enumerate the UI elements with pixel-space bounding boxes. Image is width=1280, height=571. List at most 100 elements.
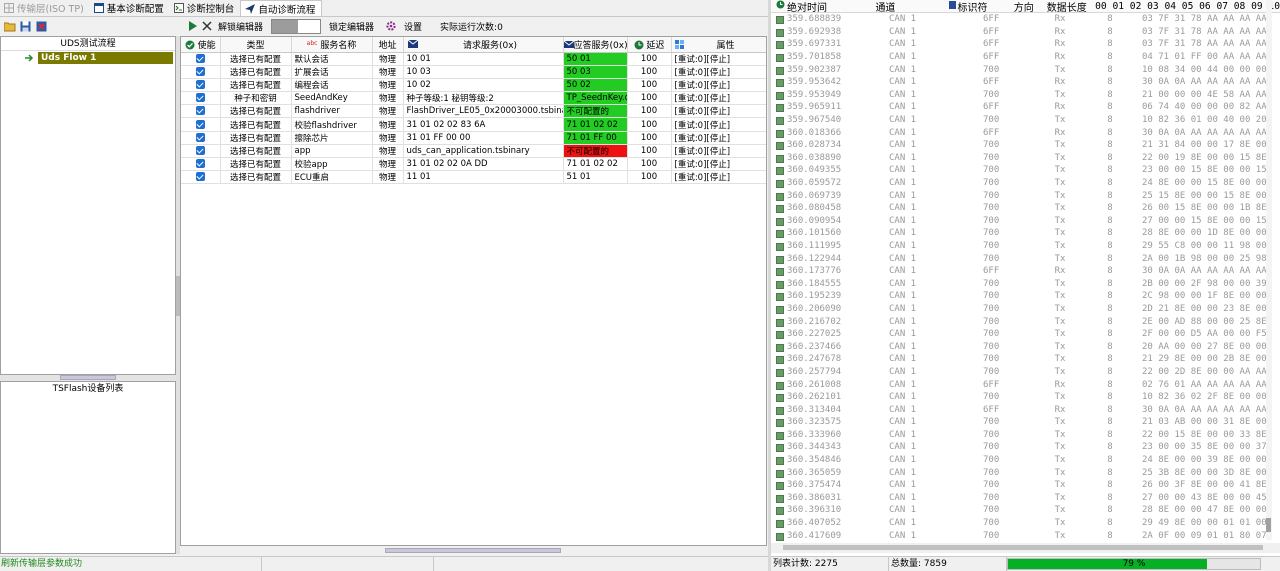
request-cell[interactable]: 31 01 02 02 0A DD <box>403 157 564 172</box>
trace-vscrollbar[interactable] <box>1266 0 1272 540</box>
address-cell[interactable]: 物理 <box>372 131 404 145</box>
trace-col-length[interactable]: 数据长度 <box>1044 0 1089 14</box>
enable-checkbox[interactable] <box>181 157 221 172</box>
property-cell[interactable]: [重试:0][停止] <box>671 104 766 119</box>
service-name-cell[interactable]: 扩展会话 <box>291 65 373 79</box>
trace-row[interactable]: 360.407052 CAN 1 700 Tx 8 29 49 8E 00 00 01 0… <box>771 517 1280 530</box>
col-property[interactable]: 属性 <box>671 37 766 53</box>
trace-row[interactable]: 360.257794 CAN 1 700 Tx 8 22 00 2D 8E 00 00 A… <box>771 366 1280 379</box>
address-cell[interactable]: 物理 <box>372 170 404 185</box>
response-cell[interactable]: 51 01 <box>563 170 628 185</box>
unlock-editor-label[interactable]: 解锁编辑器 <box>214 20 267 33</box>
trace-row[interactable]: 360.365059 CAN 1 700 Tx 8 25 3B 8E 00 00 3D 8… <box>771 466 1280 479</box>
trace-row[interactable]: 360.038890 CAN 1 700 Tx 8 22 00 19 8E 00 00 1… <box>771 152 1280 165</box>
type-cell[interactable]: 选择已有配置 <box>220 52 292 66</box>
delay-cell[interactable]: 100 <box>627 144 672 159</box>
trace-row[interactable]: 359.688839 CAN 1 6FF Rx 8 03 7F 31 78 AA AA A… <box>771 13 1280 26</box>
property-cell[interactable]: [重试:0][停止] <box>671 144 766 159</box>
response-cell[interactable]: 50 02 <box>563 78 628 93</box>
response-cell[interactable]: 71 01 02 02 <box>563 117 628 132</box>
enable-checkbox[interactable] <box>181 104 221 119</box>
request-cell[interactable]: 10 02 <box>403 78 564 93</box>
service-name-cell[interactable]: flashdriver <box>291 104 373 119</box>
tab-basic-diag-config[interactable]: 基本诊断配置 <box>90 0 170 16</box>
col-response[interactable]: 应答服务(0x) <box>563 37 628 53</box>
trace-row[interactable]: 359.967540 CAN 1 700 Tx 8 10 82 36 01 00 40 0… <box>771 114 1280 127</box>
trace-row[interactable]: 360.375474 CAN 1 700 Tx 8 26 00 3F 8E 00 00 4… <box>771 479 1280 492</box>
settings-button[interactable] <box>384 19 398 33</box>
trace-row[interactable]: 360.184555 CAN 1 700 Tx 8 2B 00 00 2F 98 00 0… <box>771 277 1280 290</box>
trace-row[interactable]: 360.247678 CAN 1 700 Tx 8 21 29 8E 00 00 2B 8… <box>771 353 1280 366</box>
trace-row[interactable]: 360.261008 CAN 1 6FF Rx 8 02 76 01 AA AA AA A… <box>771 378 1280 391</box>
trace-row[interactable]: 359.701858 CAN 1 6FF Rx 8 04 71 01 FF 00 AA A… <box>771 51 1280 64</box>
trace-col-id[interactable]: 标识符 <box>948 0 1004 14</box>
trace-row[interactable]: 360.323575 CAN 1 700 Tx 8 21 03 AB 00 00 31 8… <box>771 416 1280 429</box>
tree-node-uds-flow-1[interactable]: Uds Flow 1 <box>25 52 173 64</box>
splitter-handle[interactable] <box>60 375 116 380</box>
service-name-cell[interactable]: 默认会话 <box>291 52 373 66</box>
grid-row[interactable]: 选择已有配置 扩展会话 物理 10 03 50 03 100 [重试:0][停止] <box>181 65 766 79</box>
type-cell[interactable]: 种子和密钥 <box>220 91 292 106</box>
delay-cell[interactable]: 100 <box>627 157 672 172</box>
trace-row[interactable]: 360.417609 CAN 1 700 Tx 8 2A 0F 00 09 01 01 8… <box>771 529 1280 542</box>
editor-lock-toggle[interactable] <box>271 18 322 34</box>
grid-row[interactable]: 选择已有配置 flashdriver 物理 FlashDriver_LE05_0x20… <box>181 104 766 119</box>
type-cell[interactable]: 选择已有配置 <box>220 78 292 93</box>
col-delay[interactable]: 延迟 <box>627 37 672 53</box>
trace-row[interactable]: 360.237466 CAN 1 700 Tx 8 20 AA 00 00 27 8E 0… <box>771 340 1280 353</box>
trace-row[interactable]: 360.354846 CAN 1 700 Tx 8 24 8E 00 00 39 8E 0… <box>771 454 1280 467</box>
service-name-cell[interactable]: 擦除芯片 <box>291 131 373 145</box>
trace-row[interactable]: 359.692938 CAN 1 6FF Rx 8 03 7F 31 78 AA AA A… <box>771 26 1280 39</box>
grid-row[interactable]: 种子和密钥 SeedAndKey 物理 种子等级:1 秘钥等级:2 TP_SeednKe… <box>181 91 766 106</box>
enable-checkbox[interactable] <box>181 65 221 79</box>
enable-checkbox[interactable] <box>181 170 221 185</box>
request-cell[interactable]: 种子等级:1 秘钥等级:2 <box>403 91 564 106</box>
stop-button[interactable] <box>200 19 214 33</box>
trace-row[interactable]: 360.069739 CAN 1 700 Tx 8 25 15 8E 00 00 15 8… <box>771 189 1280 202</box>
trace-row[interactable]: 360.227025 CAN 1 700 Tx 8 2F 00 00 D5 AA 00 0… <box>771 328 1280 341</box>
trace-hscrollbar[interactable] <box>771 543 1280 553</box>
trace-col-direction[interactable]: 方向 <box>1003 0 1044 14</box>
response-cell[interactable]: TP_SeednKey.dll <box>563 91 628 106</box>
delay-cell[interactable]: 100 <box>627 78 672 93</box>
checkbox[interactable] <box>195 159 205 169</box>
grid-row[interactable]: 选择已有配置 ECU重启 物理 11 01 51 01 100 [重试:0][停止] <box>181 170 766 185</box>
address-cell[interactable]: 物理 <box>372 91 404 106</box>
trace-row[interactable]: 360.101560 CAN 1 700 Tx 8 28 8E 00 00 1D 8E 0… <box>771 227 1280 240</box>
settings-label[interactable]: 设置 <box>400 20 426 33</box>
col-service-name[interactable]: abc 服务名称 <box>291 37 373 53</box>
trace-row[interactable]: 360.028734 CAN 1 700 Tx 8 21 31 84 00 00 17 8… <box>771 139 1280 152</box>
request-cell[interactable]: uds_can_application.tsbinary <box>403 144 564 159</box>
request-cell[interactable]: 10 03 <box>403 65 564 79</box>
service-name-cell[interactable]: ECU重启 <box>291 170 373 185</box>
trace-row[interactable]: 360.049355 CAN 1 700 Tx 8 23 00 00 15 8E 00 0… <box>771 164 1280 177</box>
service-name-cell[interactable]: 校验app <box>291 157 373 172</box>
address-cell[interactable]: 物理 <box>372 52 404 66</box>
delay-cell[interactable]: 100 <box>627 91 672 106</box>
col-request[interactable]: 请求服务(0x) <box>403 37 564 53</box>
scroll-thumb[interactable] <box>783 545 1263 550</box>
delay-cell[interactable]: 100 <box>627 131 672 145</box>
trace-row[interactable]: 360.018366 CAN 1 6FF Rx 8 30 0A 0A AA AA AA A… <box>771 126 1280 139</box>
request-cell[interactable]: FlashDriver_LE05_0x20003000.tsbinary <box>403 104 564 119</box>
trace-row[interactable]: 360.313404 CAN 1 6FF Rx 8 30 0A 0A AA AA AA A… <box>771 403 1280 416</box>
scroll-thumb[interactable] <box>385 548 561 553</box>
delay-cell[interactable]: 100 <box>627 52 672 66</box>
type-cell[interactable]: 选择已有配置 <box>220 65 292 79</box>
address-cell[interactable]: 物理 <box>372 157 404 172</box>
response-cell[interactable]: 不可配置的 <box>563 144 628 159</box>
address-cell[interactable]: 物理 <box>372 104 404 119</box>
service-name-cell[interactable]: 编程会话 <box>291 78 373 93</box>
trace-row[interactable]: 360.216702 CAN 1 700 Tx 8 2E 00 AD 88 00 00 2… <box>771 315 1280 328</box>
grid-row[interactable]: 选择已有配置 编程会话 物理 10 02 50 02 100 [重试:0][停止] <box>181 78 766 93</box>
run-button[interactable] <box>186 19 200 33</box>
grid-row[interactable]: 选择已有配置 默认会话 物理 10 01 50 01 100 [重试:0][停止] <box>181 52 766 66</box>
grid-row[interactable]: 选择已有配置 app 物理 uds_can_application.tsbinary 不… <box>181 144 766 159</box>
property-cell[interactable]: [重试:0][停止] <box>671 170 766 185</box>
checkbox[interactable] <box>195 79 205 89</box>
type-cell[interactable]: 选择已有配置 <box>220 131 292 145</box>
enable-checkbox[interactable] <box>181 117 221 132</box>
delay-cell[interactable]: 100 <box>627 117 672 132</box>
request-cell[interactable]: 31 01 02 02 83 6A <box>403 117 564 132</box>
col-type[interactable]: 类型 <box>220 37 292 53</box>
